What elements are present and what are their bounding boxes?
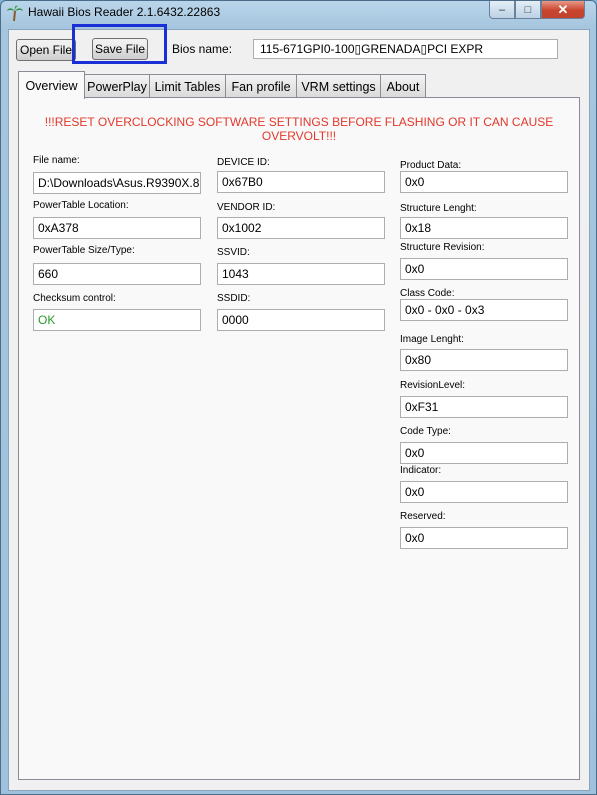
window-title: Hawaii Bios Reader 2.1.6432.22863	[28, 5, 221, 19]
save-file-button[interactable]: Save File	[92, 38, 148, 60]
revision-level-label: RevisionLevel:	[400, 380, 466, 391]
class-code-field[interactable]: 0x0 - 0x0 - 0x3	[400, 299, 568, 321]
code-type-field[interactable]: 0x0	[400, 442, 568, 464]
file-name-field[interactable]: D:\Downloads\Asus.R9390X.8192.150720.rom	[33, 172, 201, 194]
powertable-size-field[interactable]: 660	[33, 263, 201, 285]
tab-overview[interactable]: Overview	[18, 71, 85, 99]
ssvid-field[interactable]: 1043	[217, 263, 385, 285]
checksum-label: Checksum control:	[33, 293, 116, 304]
title-bar[interactable]: Hawaii Bios Reader 2.1.6432.22863 – □ ✕	[1, 1, 596, 25]
ssvid-label: SSVID:	[217, 247, 250, 258]
structure-revision-label: Structure Revision:	[400, 242, 485, 253]
ssdid-field[interactable]: 0000	[217, 309, 385, 331]
ssdid-label: SSDID:	[217, 293, 251, 304]
open-file-button[interactable]: Open File	[16, 39, 76, 61]
client-area: Open File Save File Bios name: 115-671GP…	[8, 24, 590, 791]
image-length-label: Image Lenght:	[400, 334, 464, 345]
file-name-label: File name:	[33, 155, 80, 166]
tab-limit-tables[interactable]: Limit Tables	[149, 74, 226, 98]
vendor-id-field[interactable]: 0x1002	[217, 217, 385, 239]
overview-panel: !!!RESET OVERCLOCKING SOFTWARE SETTINGS …	[18, 97, 580, 780]
powertable-size-label: PowerTable Size/Type:	[33, 245, 135, 256]
palm-tree-icon	[7, 5, 23, 22]
reserved-label: Reserved:	[400, 511, 446, 522]
structure-length-field[interactable]: 0x18	[400, 217, 568, 239]
tab-fan-profile[interactable]: Fan profile	[225, 74, 297, 98]
device-id-label: DEVICE ID:	[217, 157, 270, 168]
tab-about[interactable]: About	[380, 74, 426, 98]
close-icon: ✕	[557, 1, 569, 17]
structure-revision-field[interactable]: 0x0	[400, 258, 568, 280]
code-type-label: Code Type:	[400, 426, 451, 437]
minimize-icon: –	[498, 3, 506, 16]
structure-length-label: Structure Lenght:	[400, 203, 477, 214]
maximize-icon: □	[524, 3, 532, 16]
tab-vrm-settings[interactable]: VRM settings	[296, 74, 381, 98]
product-data-field[interactable]: 0x0	[400, 171, 568, 193]
bios-name-field[interactable]: 115-671GPI0-100▯GRENADA▯PCI EXPR	[253, 39, 558, 59]
revision-level-field[interactable]: 0xF31	[400, 396, 568, 418]
indicator-field[interactable]: 0x0	[400, 481, 568, 503]
minimize-button[interactable]: –	[489, 1, 515, 19]
bios-name-label: Bios name:	[172, 42, 233, 56]
product-data-label: Product Data:	[400, 160, 462, 171]
vendor-id-label: VENDOR ID:	[217, 202, 276, 213]
close-button[interactable]: ✕	[541, 1, 585, 19]
image-length-field[interactable]: 0x80	[400, 349, 568, 371]
checksum-field[interactable]: OK	[33, 309, 201, 331]
indicator-label: Indicator:	[400, 465, 442, 476]
overvolt-warning: !!!RESET OVERCLOCKING SOFTWARE SETTINGS …	[44, 115, 554, 143]
device-id-field[interactable]: 0x67B0	[217, 171, 385, 193]
reserved-field[interactable]: 0x0	[400, 527, 568, 549]
tab-powerplay[interactable]: PowerPlay	[84, 74, 150, 98]
class-code-label: Class Code:	[400, 288, 455, 299]
maximize-button[interactable]: □	[515, 1, 541, 19]
powertable-location-label: PowerTable Location:	[33, 200, 129, 211]
powertable-location-field[interactable]: 0xA378	[33, 217, 201, 239]
app-window: Hawaii Bios Reader 2.1.6432.22863 – □ ✕ …	[0, 0, 597, 795]
